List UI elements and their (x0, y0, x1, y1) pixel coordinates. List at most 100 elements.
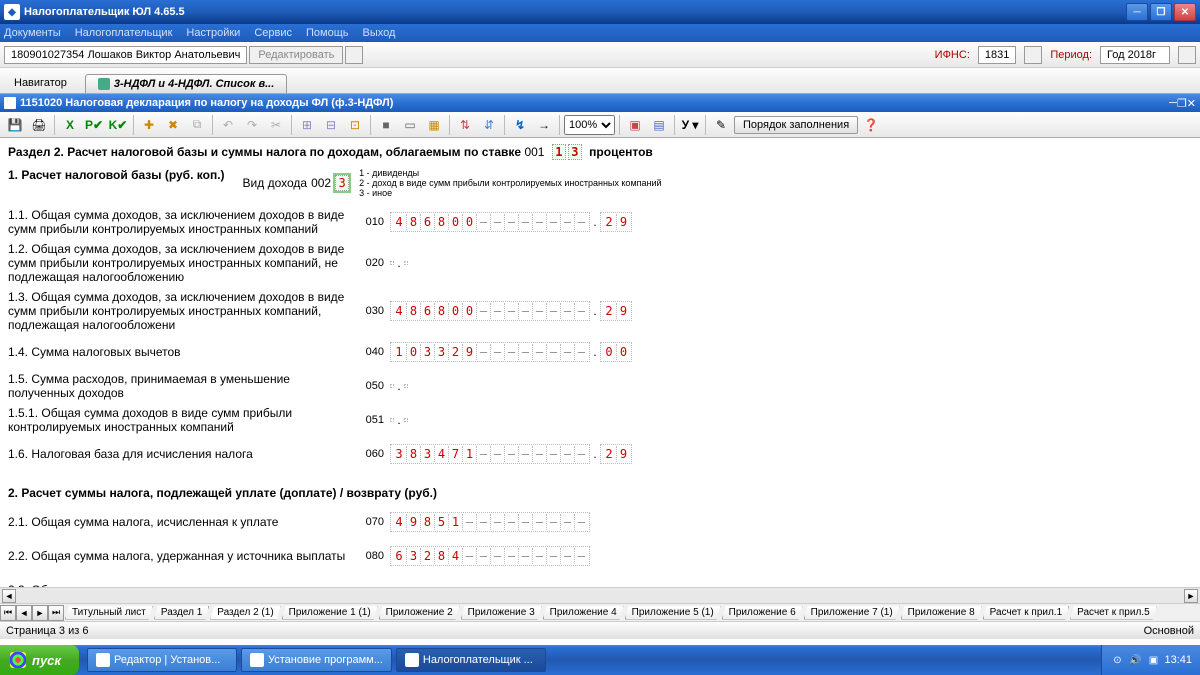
tree1-icon[interactable]: ⊞ (296, 114, 318, 136)
digit-cell[interactable]: 5 (434, 514, 448, 530)
next-icon[interactable]: → (533, 114, 555, 136)
digit-cell[interactable]: 2 (602, 214, 616, 230)
digit-cell[interactable]: 6 (420, 214, 434, 230)
sheet-tab[interactable]: Приложение 4 (543, 606, 624, 620)
filter-icon[interactable]: ⇵ (478, 114, 500, 136)
doc-close-button[interactable]: ✕ (1187, 97, 1196, 110)
scroll-right-icon[interactable]: ► (1184, 589, 1198, 603)
digit-cell[interactable]: 3 (434, 344, 448, 360)
taskbar-task[interactable]: Установие программ... (241, 648, 392, 672)
digit-cell[interactable]: – (560, 303, 574, 319)
menu-taxpayer[interactable]: Налогоплательщик (75, 27, 173, 39)
digit-cell[interactable]: 3 (420, 446, 434, 462)
doc-maximize-button[interactable]: ❐ (1177, 97, 1187, 110)
digit-cell[interactable]: – (462, 548, 476, 564)
digit-cell[interactable]: 9 (616, 214, 630, 230)
edit-button[interactable]: Редактировать (249, 46, 343, 64)
digit-cell[interactable]: 3 (392, 446, 406, 462)
digit-cell[interactable]: – (546, 514, 560, 530)
digit-cell[interactable]: – (504, 446, 518, 462)
digit-cell[interactable]: – (518, 303, 532, 319)
digit-cell[interactable]: – (560, 214, 574, 230)
digit-cell[interactable]: – (546, 446, 560, 462)
digit-cell[interactable]: – (532, 548, 546, 564)
digit-cell[interactable]: 8 (434, 214, 448, 230)
digit-cell[interactable]: – (504, 214, 518, 230)
digit-cell[interactable]: 3 (406, 548, 420, 564)
remove-icon[interactable]: ✖ (162, 114, 184, 136)
undo-icon[interactable]: ↶ (217, 114, 239, 136)
digit-cell[interactable]: – (546, 303, 560, 319)
digit-cell[interactable]: – (490, 344, 504, 360)
digit-cell[interactable]: – (532, 303, 546, 319)
check-k-icon[interactable]: K✔ (107, 114, 129, 136)
digit-cell[interactable]: 2 (420, 548, 434, 564)
digit-cell[interactable]: 0 (406, 344, 420, 360)
digit-cell[interactable]: – (518, 344, 532, 360)
digit-cell[interactable]: – (546, 344, 560, 360)
form-area[interactable]: Раздел 2. Расчет налоговой базы и суммы … (0, 138, 1200, 587)
digit-cell[interactable]: – (504, 548, 518, 564)
sheet-tab[interactable]: Раздел 1 (154, 606, 209, 620)
digit-cell[interactable]: – (560, 446, 574, 462)
digit-cell[interactable]: 1 (462, 446, 476, 462)
digit-cell[interactable]: – (546, 214, 560, 230)
digit-cell[interactable]: 9 (616, 446, 630, 462)
digit-cell[interactable]: – (476, 548, 490, 564)
digit-cell[interactable]: – (462, 514, 476, 530)
check-p-icon[interactable]: P✔ (83, 114, 105, 136)
sheet-tab[interactable]: Приложение 6 (722, 606, 803, 620)
sheet-tab[interactable]: Титульный лист (65, 606, 153, 620)
rate-cell-2[interactable]: 3 (568, 144, 582, 160)
digit-cell[interactable]: 0 (448, 214, 462, 230)
digit-cell[interactable]: – (574, 344, 588, 360)
digit-cell[interactable]: – (476, 214, 490, 230)
sheet-tab[interactable]: Расчет к прил.1 (983, 606, 1069, 620)
digit-cell[interactable]: – (490, 548, 504, 564)
digit-cell[interactable]: – (518, 548, 532, 564)
digit-cell[interactable]: – (476, 446, 490, 462)
taxpayer-field[interactable]: 180901027354 Лошаков Виктор Анатольевич (4, 46, 247, 64)
digit-cell[interactable]: – (560, 548, 574, 564)
digit-cell[interactable]: – (560, 344, 574, 360)
doc-minimize-button[interactable]: ─ (1169, 97, 1177, 109)
maximize-button[interactable]: ❐ (1150, 3, 1172, 21)
digit-cell[interactable]: – (574, 303, 588, 319)
minimize-button[interactable]: ─ (1126, 3, 1148, 21)
digit-cell[interactable]: – (560, 514, 574, 530)
period-picker[interactable] (1178, 46, 1196, 64)
tray-icon-1[interactable]: ⊙ (1110, 653, 1124, 667)
taskbar-task[interactable]: Редактор | Установ... (87, 648, 237, 672)
digit-cell[interactable]: – (490, 514, 504, 530)
tray-icon-volume[interactable]: 🔊 (1128, 653, 1142, 667)
digit-cell[interactable]: – (490, 446, 504, 462)
digit-cell[interactable]: – (518, 214, 532, 230)
navigator-label[interactable]: Навигатор (4, 73, 85, 93)
digit-cell[interactable]: – (574, 514, 588, 530)
sheet-tab[interactable]: Приложение 5 (1) (625, 606, 721, 620)
tab-3ndfl[interactable]: 3-НДФЛ и 4-НДФЛ. Список в... (85, 74, 287, 93)
period-value[interactable]: Год 2018г (1100, 46, 1170, 64)
excel-icon[interactable]: X (59, 114, 81, 136)
digit-cell[interactable]: 1 (392, 344, 406, 360)
menu-documents[interactable]: Документы (4, 27, 61, 39)
copy-icon[interactable]: ⧉ (186, 114, 208, 136)
fill-order-button[interactable]: Порядок заполнения (734, 116, 858, 134)
digit-cell[interactable]: 9 (406, 514, 420, 530)
digit-cell[interactable]: 4 (392, 303, 406, 319)
sheet-tab[interactable]: Раздел 2 (1) (210, 606, 280, 620)
digit-cell[interactable]: – (476, 303, 490, 319)
vid-value-cell[interactable]: 3 (335, 175, 349, 191)
print-icon[interactable]: 🖨 (28, 114, 50, 136)
wand-icon[interactable]: ✎ (710, 114, 732, 136)
digit-cell[interactable]: 2 (602, 303, 616, 319)
digit-cell[interactable]: 8 (406, 214, 420, 230)
sheet-tab[interactable]: Приложение 2 (379, 606, 460, 620)
menu-service[interactable]: Сервис (254, 27, 292, 39)
digit-cell[interactable]: 0 (462, 303, 476, 319)
digit-cell[interactable]: – (532, 344, 546, 360)
digit-cell[interactable]: – (490, 214, 504, 230)
digit-cell[interactable]: – (504, 514, 518, 530)
dropdown-button[interactable] (345, 46, 363, 64)
digit-cell[interactable]: 0 (462, 214, 476, 230)
